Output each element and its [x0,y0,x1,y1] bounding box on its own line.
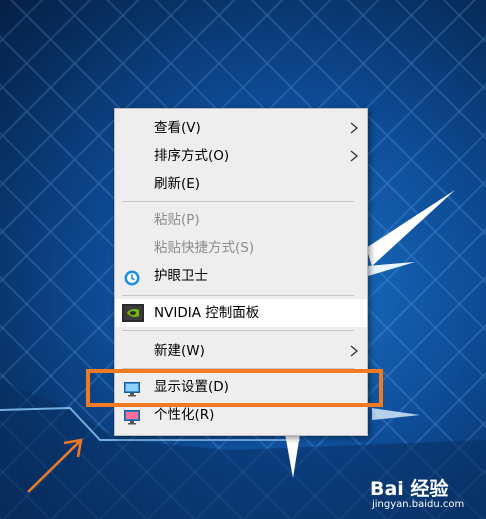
baidu-jingyan-watermark: Bai 经验 jingyan.baidu.com [364,474,484,516]
watermark-title: Bai 经验 [370,478,449,500]
watermark-url: jingyan.baidu.com [372,499,465,510]
annotation-arrow-icon [27,438,83,493]
